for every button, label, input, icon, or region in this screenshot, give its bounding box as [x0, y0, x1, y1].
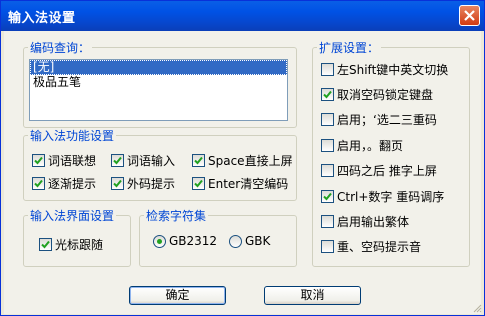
encoding-query-legend: 编码查询： — [30, 41, 91, 55]
resize-grip-icon[interactable] — [472, 303, 482, 313]
list-item[interactable]: 极品五笔 — [30, 75, 287, 90]
checkbox-label: 外码提示 — [127, 177, 176, 191]
checkbox-label: 启用输出繁体 — [337, 215, 410, 229]
checkmark-icon — [41, 240, 50, 249]
duplicate-empty-sound-checkbox[interactable]: 重、空码提示音 — [321, 238, 421, 255]
checkbox-box[interactable] — [111, 154, 124, 167]
checkbox-label: Ctrl+数字 重码调序 — [337, 190, 445, 204]
title-bar[interactable]: 输入法设置 — [1, 1, 484, 31]
checkbox-label: 启用，。翻页 — [337, 139, 404, 153]
window-title: 输入法设置 — [8, 11, 76, 26]
checkbox-box[interactable] — [321, 139, 334, 152]
radio-button[interactable] — [153, 234, 166, 248]
close-button[interactable] — [459, 5, 480, 26]
checkbox-label: 词语输入 — [127, 154, 176, 168]
checkbox-label: 光标跟随 — [55, 238, 104, 252]
gb2312-radio[interactable]: GB2312 — [153, 234, 217, 248]
select-second-third-checkbox[interactable]: 启用；‘选二三重码 — [321, 111, 437, 128]
list-item[interactable]: [无] — [30, 60, 287, 75]
encoding-query-listbox[interactable]: [无] 极品五笔 — [29, 59, 288, 121]
cancel-button[interactable]: 取消 — [264, 286, 361, 305]
checkmark-icon — [323, 192, 332, 201]
checkmark-icon — [34, 156, 43, 165]
checkbox-box[interactable] — [192, 154, 205, 167]
gradual-hint-checkbox[interactable]: 逐渐提示 — [32, 175, 96, 192]
checkbox-box[interactable] — [321, 240, 334, 253]
checkbox-label: 词语联想 — [48, 154, 97, 168]
checkmark-icon — [113, 179, 122, 188]
checkmark-icon — [194, 179, 203, 188]
checkbox-label: 左Shift键中英文切换 — [337, 63, 449, 77]
radio-button[interactable] — [229, 234, 242, 248]
checkbox-box[interactable] — [321, 113, 334, 126]
radio-dot-icon — [157, 238, 162, 244]
checkbox-label: 重、空码提示音 — [337, 240, 422, 254]
ctrl-number-reorder-checkbox[interactable]: Ctrl+数字 重码调序 — [321, 188, 444, 205]
checkbox-box[interactable] — [192, 177, 205, 190]
checkbox-box[interactable] — [111, 177, 124, 190]
comma-period-paging-checkbox[interactable]: 启用，。翻页 — [321, 137, 403, 154]
gbk-radio[interactable]: GBK — [229, 234, 270, 248]
word-input-checkbox[interactable]: 词语输入 — [111, 152, 175, 169]
cancel-empty-lock-checkbox[interactable]: 取消空码锁定键盘 — [321, 86, 433, 103]
external-code-hint-checkbox[interactable]: 外码提示 — [111, 175, 175, 192]
checkbox-label: Space直接上屏 — [208, 154, 293, 168]
settings-dialog: 输入法设置 编码查询： [无] 极品五笔 输入法功能设置 词语联想 词语输入 S… — [0, 0, 485, 316]
cursor-follow-checkbox[interactable]: 光标跟随 — [39, 236, 103, 253]
enter-clear-checkbox[interactable]: Enter清空编码 — [192, 175, 288, 192]
checkbox-box[interactable] — [32, 154, 45, 167]
checkbox-label: 逐渐提示 — [48, 177, 97, 191]
checkbox-label: 四码之后 推字上屏 — [337, 164, 437, 178]
checkbox-box[interactable] — [321, 88, 334, 101]
word-association-checkbox[interactable]: 词语联想 — [32, 152, 96, 169]
checkbox-label: 启用；‘选二三重码 — [337, 113, 437, 127]
charset-legend: 检索字符集 — [146, 209, 207, 223]
interface-legend: 输入法界面设置 — [30, 209, 115, 223]
checkbox-box[interactable] — [32, 177, 45, 190]
ok-button[interactable]: 确定 — [129, 286, 226, 305]
checkmark-icon — [113, 156, 122, 165]
checkbox-label: Enter清空编码 — [208, 177, 289, 191]
left-shift-toggle-checkbox[interactable]: 左Shift键中英文切换 — [321, 61, 448, 78]
checkmark-icon — [323, 90, 332, 99]
traditional-output-checkbox[interactable]: 启用输出繁体 — [321, 213, 409, 230]
radio-label: GBK — [245, 234, 271, 248]
checkmark-icon — [34, 179, 43, 188]
radio-label: GB2312 — [169, 234, 218, 248]
checkbox-box[interactable] — [321, 190, 334, 203]
extended-settings-legend: 扩展设置： — [319, 41, 380, 55]
checkbox-box[interactable] — [321, 164, 334, 177]
space-commit-checkbox[interactable]: Space直接上屏 — [192, 152, 293, 169]
four-code-push-checkbox[interactable]: 四码之后 推字上屏 — [321, 162, 437, 179]
functions-legend: 输入法功能设置 — [30, 129, 115, 143]
close-icon — [464, 10, 475, 21]
checkmark-icon — [194, 156, 203, 165]
checkbox-box[interactable] — [39, 238, 52, 251]
checkbox-label: 取消空码锁定键盘 — [337, 88, 434, 102]
checkbox-box[interactable] — [321, 215, 334, 228]
checkbox-box[interactable] — [321, 63, 334, 76]
